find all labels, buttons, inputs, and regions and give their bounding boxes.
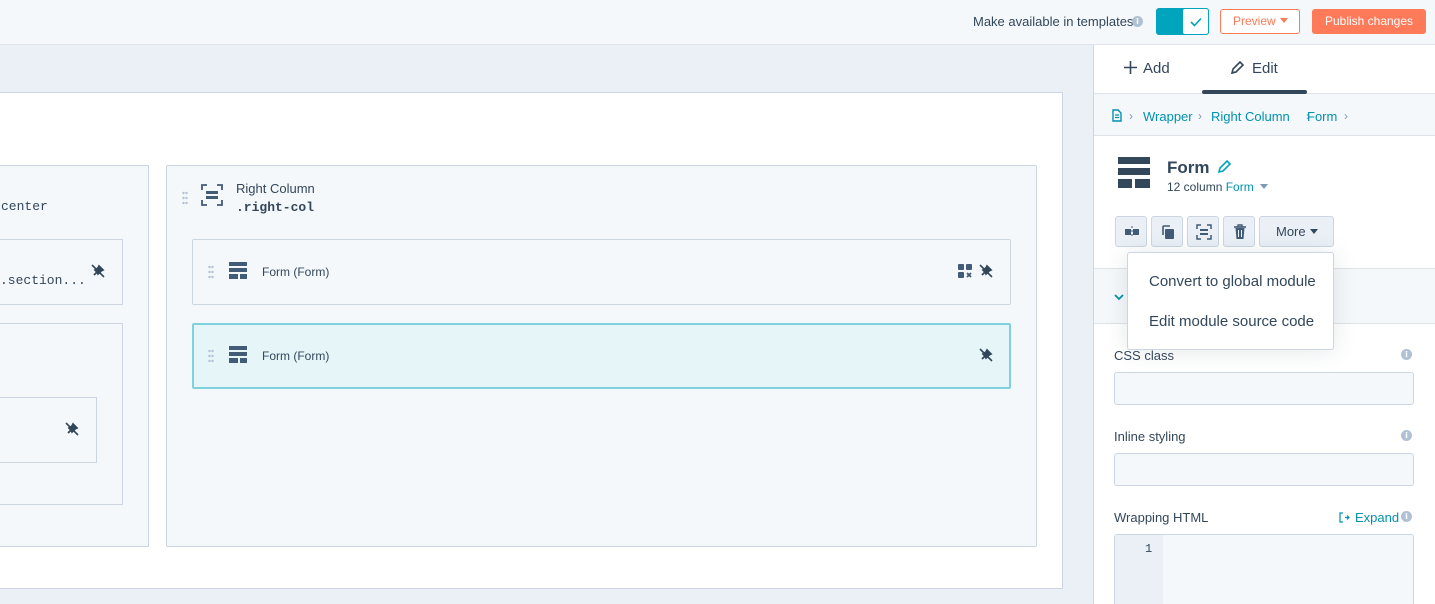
sidebar-tabs: Add Edit — [1094, 45, 1435, 94]
module-label: Form (Form) — [262, 265, 330, 279]
templates-toggle[interactable] — [1156, 8, 1209, 35]
templates-label: Make available in templates — [973, 14, 1134, 29]
module-label: Form (Form) — [262, 349, 330, 363]
wrapping-html-label: Wrapping HTML — [1114, 510, 1209, 525]
toggle-knob — [1182, 8, 1209, 35]
tab-edit-label: Edit — [1252, 60, 1278, 77]
caret-down-icon — [1309, 229, 1318, 234]
breadcrumb-form[interactable]: Form — [1307, 109, 1337, 124]
plus-icon — [1124, 61, 1137, 74]
module-title: Form — [1167, 158, 1210, 177]
global-module-icon[interactable] — [958, 264, 972, 278]
form-icon — [229, 346, 247, 363]
split-button[interactable] — [1115, 216, 1147, 247]
tab-add-label: Add — [1143, 60, 1170, 77]
more-dropdown-menu: Convert to global module Edit module sou… — [1127, 252, 1334, 350]
unpin-icon[interactable] — [64, 421, 80, 437]
module-width: 12 column — [1167, 180, 1223, 194]
unpin-icon[interactable] — [978, 263, 994, 279]
chevron-right-icon: › — [1344, 109, 1348, 123]
info-icon[interactable]: i — [1401, 349, 1412, 360]
drag-handle-icon[interactable] — [208, 265, 214, 279]
chevron-right-icon: › — [1129, 109, 1133, 123]
column-title: Right Column — [236, 181, 315, 196]
tab-add[interactable]: Add — [1124, 60, 1170, 77]
unpin-icon[interactable] — [978, 347, 994, 363]
preview-button[interactable]: Preview — [1220, 9, 1300, 34]
more-label: More — [1276, 224, 1306, 239]
column-icon — [201, 184, 223, 206]
inline-styling-label: Inline styling — [1114, 429, 1186, 444]
form-icon — [1118, 157, 1150, 188]
column-class: .right-col — [236, 200, 315, 215]
trash-icon — [1234, 224, 1246, 239]
pencil-icon — [1230, 60, 1245, 75]
edit-sidebar: Add Edit › Wrapper › Right Column › Form… — [1093, 45, 1435, 604]
form-icon — [229, 262, 247, 279]
wrap-button[interactable] — [1187, 216, 1219, 247]
breadcrumb-right-column[interactable]: Right Column — [1211, 109, 1290, 124]
unpin-icon[interactable] — [90, 263, 106, 279]
chevron-down-icon[interactable] — [1114, 294, 1124, 301]
section-class: .section... — [0, 273, 86, 288]
info-icon[interactable]: i — [1401, 430, 1412, 441]
breadcrumb-wrapper[interactable]: Wrapper — [1143, 109, 1193, 124]
caret-down-icon[interactable] — [1260, 184, 1269, 189]
module-meta: 12 column Form — [1167, 180, 1269, 194]
page-icon[interactable] — [1112, 109, 1122, 122]
module-type-link[interactable]: Form — [1226, 180, 1254, 194]
split-icon — [1125, 225, 1139, 239]
wrap-icon — [1196, 224, 1212, 240]
left-col-class: center — [1, 199, 48, 214]
clone-icon — [1162, 225, 1174, 239]
check-icon — [1190, 17, 1202, 27]
css-class-label: CSS class — [1114, 348, 1174, 363]
wrapping-html-editor[interactable]: 1 — [1114, 534, 1414, 604]
line-gutter — [1115, 535, 1163, 604]
drag-handle-icon[interactable] — [182, 191, 188, 205]
edit-name-pencil-icon[interactable] — [1218, 159, 1232, 173]
menu-item-convert-global[interactable]: Convert to global module — [1149, 273, 1316, 290]
inline-styling-input[interactable] — [1114, 453, 1414, 486]
expand-link[interactable]: Expand — [1339, 510, 1399, 525]
tab-edit[interactable]: Edit — [1230, 60, 1278, 77]
top-bar: Make available in templates i Preview Pu… — [0, 0, 1435, 45]
info-icon[interactable]: i — [1132, 16, 1143, 27]
publish-button[interactable]: Publish changes — [1312, 9, 1426, 34]
line-number: 1 — [1145, 542, 1153, 556]
info-icon[interactable]: i — [1401, 511, 1412, 522]
more-button[interactable]: More — [1259, 216, 1334, 247]
css-class-input[interactable] — [1114, 372, 1414, 405]
expand-icon — [1339, 512, 1350, 523]
left-module[interactable] — [0, 397, 97, 463]
preview-label: Preview — [1233, 14, 1276, 28]
caret-down-icon — [1279, 18, 1288, 23]
menu-item-edit-source[interactable]: Edit module source code — [1149, 313, 1314, 330]
drag-handle-icon[interactable] — [208, 349, 214, 363]
chevron-right-icon: › — [1198, 109, 1202, 123]
clone-button[interactable] — [1151, 216, 1183, 247]
expand-label: Expand — [1355, 510, 1400, 525]
delete-button[interactable] — [1223, 216, 1255, 247]
